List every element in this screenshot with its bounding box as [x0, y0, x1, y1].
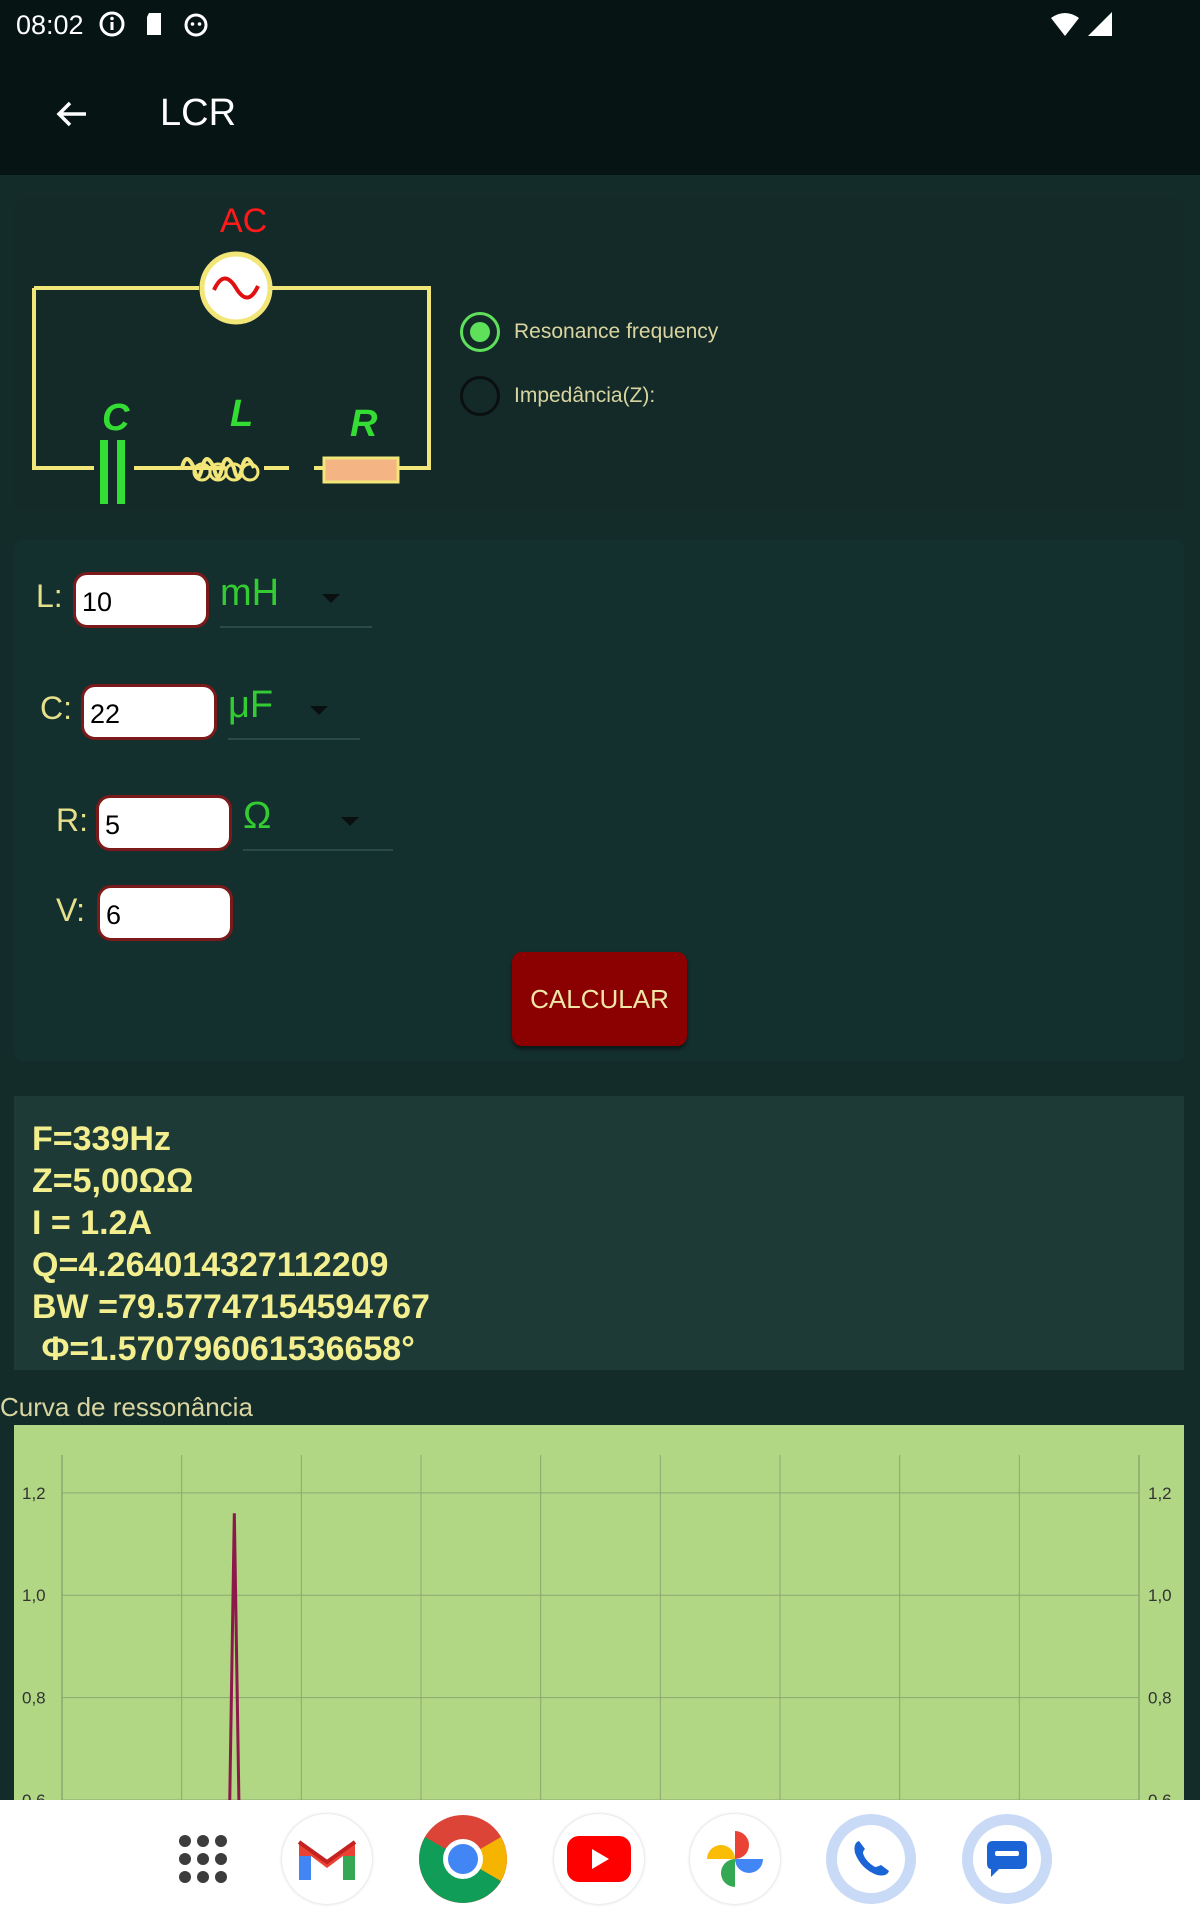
capacitance-unit-dropdown[interactable]: μF: [228, 684, 360, 740]
photos-button[interactable]: [690, 1814, 780, 1904]
y-tick-label-right: 1,0: [1148, 1586, 1172, 1605]
result-quality-factor: Q=4.264014327112209: [32, 1246, 389, 1284]
result-impedance: Z=5,00ΩΩ: [32, 1162, 194, 1200]
y-tick-label-left: 1,2: [22, 1484, 46, 1503]
info-icon: [99, 11, 125, 37]
dropdown-caret-icon: [341, 817, 359, 826]
radio-resonance-frequency[interactable]: Resonance frequency: [460, 300, 718, 364]
status-icons-right: [1050, 10, 1114, 38]
dropdown-caret-icon: [310, 706, 328, 715]
radio-label: Impedância(Z):: [514, 384, 656, 407]
y-tick-label-left: 1,0: [22, 1586, 46, 1605]
results-panel: F=339Hz Z=5,00ΩΩ I = 1.2A Q=4.2640143271…: [14, 1096, 1184, 1370]
app-drawer-button[interactable]: [158, 1814, 248, 1904]
dropdown-caret-icon: [322, 594, 340, 603]
radio-impedance[interactable]: Impedância(Z):: [460, 364, 718, 428]
inductance-label: L:: [36, 578, 63, 614]
resistance-label: R:: [56, 802, 88, 838]
capacitance-label: C:: [40, 690, 72, 726]
messages-button[interactable]: [962, 1814, 1052, 1904]
unit-text: Ω: [243, 795, 272, 837]
resonance-chart-svg: 1,2 1,2 1,0 1,0 0,8 0,8 0,6 0,6: [22, 1455, 1172, 1800]
back-button[interactable]: [48, 90, 96, 138]
capacitance-input[interactable]: 22: [81, 684, 217, 740]
photos-icon: [707, 1831, 763, 1887]
lcr-circuit-diagram: AC C L R: [32, 202, 431, 504]
unit-text: mH: [220, 572, 280, 614]
resistance-input[interactable]: 5: [96, 795, 232, 851]
inductance-unit-dropdown[interactable]: mH: [220, 572, 372, 628]
sd-card-icon: [147, 13, 161, 35]
y-tick-label-left: 0,8: [22, 1689, 46, 1708]
radio-label: Resonance frequency: [514, 320, 719, 343]
y-tick-label-right: 0,6: [1148, 1791, 1172, 1800]
unit-text: μF: [228, 684, 274, 726]
messages-icon: [973, 1825, 1041, 1893]
calculate-button[interactable]: CALCULAR: [512, 952, 687, 1046]
capacitor-symbol: [100, 440, 108, 504]
arrow-back-icon: [56, 101, 86, 127]
y-tick-label-right: 0,8: [1148, 1689, 1172, 1708]
radio-button-unchecked[interactable]: [460, 376, 500, 416]
wifi-icon: [1051, 13, 1079, 36]
inductor-label: L: [230, 393, 253, 435]
status-bar: 08:02: [0, 0, 1200, 50]
gmail-icon: [297, 1840, 357, 1880]
phone-icon: [837, 1825, 905, 1893]
page-title: LCR: [160, 92, 237, 134]
resistance-unit-dropdown[interactable]: Ω: [243, 795, 393, 851]
y-tick-label-left: 0,6: [22, 1791, 46, 1800]
result-frequency: F=339Hz: [32, 1120, 171, 1158]
result-bandwidth: BW =79.57747154594767: [32, 1288, 430, 1326]
y-tick-label-right: 1,2: [1148, 1484, 1172, 1503]
ac-label: AC: [220, 202, 267, 240]
youtube-icon: [567, 1836, 631, 1882]
resonance-curve-label: Curva de ressonância: [0, 1392, 253, 1422]
resonance-chart: 1,2 1,2 1,0 1,0 0,8 0,8 0,6 0,6: [14, 1425, 1184, 1800]
calculation-mode-group: Resonance frequency Impedância(Z):: [460, 300, 718, 428]
result-phase: Φ=1.570796061536658°: [32, 1330, 415, 1368]
app-drawer-icon: [179, 1835, 227, 1883]
chrome-button[interactable]: [418, 1814, 508, 1904]
gmail-button[interactable]: [282, 1814, 372, 1904]
status-icons-left: [98, 10, 210, 38]
voltage-input[interactable]: 6: [97, 885, 233, 941]
chrome-icon: [419, 1815, 507, 1903]
signal-icon: [1088, 12, 1112, 36]
resistor-label: R: [350, 403, 378, 445]
radio-button-checked[interactable]: [460, 312, 500, 352]
phone-button[interactable]: [826, 1814, 916, 1904]
resistor-symbol: [322, 456, 400, 484]
status-time: 08:02: [16, 10, 84, 40]
youtube-button[interactable]: [554, 1814, 644, 1904]
inductance-input[interactable]: 10: [73, 572, 209, 628]
app-bar: LCR: [0, 50, 1200, 175]
capacitor-label: C: [102, 397, 130, 439]
resonance-curve-line: [228, 1513, 241, 1800]
app-dock: [0, 1800, 1200, 1920]
cat-face-icon: [184, 13, 208, 37]
voltage-label: V:: [56, 892, 86, 928]
result-current: I = 1.2A: [32, 1204, 153, 1242]
